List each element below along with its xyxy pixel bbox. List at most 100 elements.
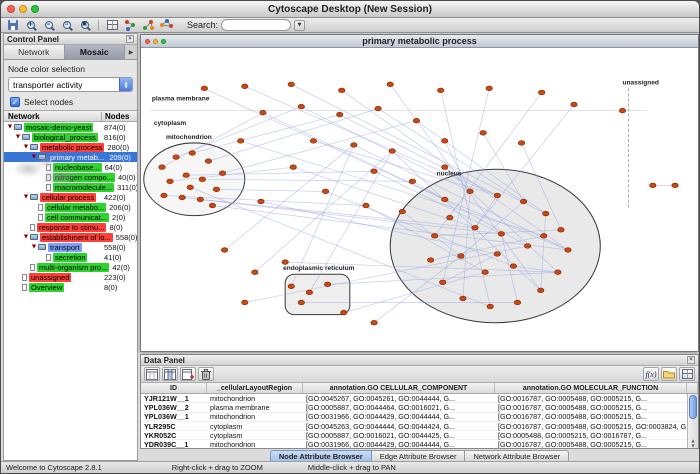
- tree-row[interactable]: cellular metabo...206(0): [4, 202, 137, 212]
- graph-node[interactable]: [242, 300, 248, 305]
- graph-node[interactable]: [494, 252, 500, 257]
- graph-node[interactable]: [221, 248, 227, 253]
- import-attributes-icon[interactable]: [661, 367, 677, 381]
- graph-node[interactable]: [209, 203, 215, 208]
- graph-node[interactable]: [288, 284, 294, 289]
- tree-row[interactable]: response to stimu...8(0): [4, 222, 137, 232]
- graph-node[interactable]: [520, 199, 526, 204]
- graph-node[interactable]: [173, 155, 179, 160]
- frame-minimize-button[interactable]: [153, 39, 158, 44]
- network-style-icon[interactable]: [123, 19, 138, 32]
- graph-node[interactable]: [480, 131, 486, 136]
- graph-node[interactable]: [371, 169, 377, 174]
- control-panel-close-icon[interactable]: ×: [126, 35, 134, 43]
- graph-node[interactable]: [242, 84, 248, 89]
- tree-row[interactable]: unassigned223(0): [4, 272, 137, 282]
- delete-attribute-icon[interactable]: [198, 367, 214, 381]
- graph-node[interactable]: [179, 195, 185, 200]
- graph-node[interactable]: [213, 187, 219, 192]
- graph-node[interactable]: [537, 288, 543, 293]
- graph-node[interactable]: [650, 183, 656, 188]
- graph-node[interactable]: [482, 270, 488, 275]
- tree-row[interactable]: ▼transport558(0): [4, 242, 137, 252]
- tab-mosaic[interactable]: Mosaic: [65, 45, 126, 59]
- graph-node[interactable]: [371, 320, 377, 325]
- table-row[interactable]: YDR039C__1mitochondrion[GO:0031966, GO:0…: [141, 440, 687, 448]
- expand-arrow-icon[interactable]: ▼: [6, 124, 14, 130]
- zoom-out-icon[interactable]: [41, 19, 56, 32]
- graph-node[interactable]: [282, 260, 288, 265]
- column-header-id[interactable]: ID: [141, 383, 207, 393]
- graph-node[interactable]: [336, 112, 342, 117]
- tab-overflow-arrow-icon[interactable]: ▶: [125, 45, 137, 59]
- zoom-in-icon[interactable]: [23, 19, 38, 32]
- tab-network[interactable]: Network: [4, 45, 65, 59]
- network-frame-titlebar[interactable]: primary metabolic process: [141, 35, 698, 48]
- graph-node[interactable]: [219, 171, 225, 176]
- graph-node[interactable]: [486, 86, 492, 91]
- graph-node[interactable]: [189, 151, 195, 156]
- tree-row[interactable]: ▼biological_process816(0): [4, 132, 137, 142]
- graph-node[interactable]: [341, 310, 347, 315]
- graph-node[interactable]: [288, 82, 294, 87]
- graph-node[interactable]: [540, 234, 546, 239]
- graph-node[interactable]: [442, 165, 448, 170]
- table-scrollbar[interactable]: ▲▼: [687, 394, 698, 448]
- graph-node[interactable]: [437, 88, 443, 93]
- graph-node[interactable]: [571, 102, 577, 107]
- graph-node[interactable]: [258, 199, 264, 204]
- tree-row[interactable]: ▼metabolic process280(0): [4, 142, 137, 152]
- graph-node[interactable]: [543, 211, 549, 216]
- graph-node[interactable]: [447, 215, 453, 220]
- search-dropdown-arrow[interactable]: ▼: [294, 20, 305, 31]
- graph-node[interactable]: [487, 304, 493, 309]
- save-icon[interactable]: [5, 19, 20, 32]
- table-row[interactable]: YPL036W__1mitochondrion[GO:0031966, GO:0…: [141, 413, 687, 422]
- graph-node[interactable]: [460, 296, 466, 301]
- table-row[interactable]: YKR052Ccytoplasm[GO:0005887, GO:0016021,…: [141, 431, 687, 440]
- graph-node[interactable]: [409, 179, 415, 184]
- graph-node[interactable]: [518, 141, 524, 146]
- column-header-cellular-component[interactable]: annotation.GO CELLULAR_COMPONENT: [303, 383, 495, 393]
- graph-node[interactable]: [199, 177, 205, 182]
- graph-node[interactable]: [514, 300, 520, 305]
- graph-node[interactable]: [205, 159, 211, 164]
- graph-node[interactable]: [322, 189, 328, 194]
- graph-node[interactable]: [298, 300, 304, 305]
- graph-node[interactable]: [672, 183, 678, 188]
- graph-node[interactable]: [260, 110, 266, 115]
- attribute-matrix-icon[interactable]: [679, 367, 695, 381]
- graph-node[interactable]: [619, 108, 625, 113]
- new-attribute-icon[interactable]: [180, 367, 196, 381]
- graph-node[interactable]: [375, 106, 381, 111]
- scrollbar-thumb[interactable]: [689, 395, 697, 419]
- graph-node[interactable]: [439, 280, 445, 285]
- graph-node[interactable]: [306, 290, 312, 295]
- graph-node[interactable]: [290, 165, 296, 170]
- expand-arrow-icon[interactable]: ▼: [22, 194, 30, 200]
- graph-node[interactable]: [510, 264, 516, 269]
- graph-node[interactable]: [458, 254, 464, 259]
- layout-icon[interactable]: [159, 19, 174, 32]
- graph-node[interactable]: [389, 149, 395, 154]
- graph-node[interactable]: [324, 282, 330, 287]
- graph-node[interactable]: [363, 203, 369, 208]
- graph-node[interactable]: [565, 248, 571, 253]
- network-column-header[interactable]: Network: [4, 112, 101, 121]
- select-nodes-checkbox[interactable]: ✓: [10, 97, 20, 107]
- expand-arrow-icon[interactable]: ▼: [30, 244, 38, 250]
- graph-node[interactable]: [413, 118, 419, 123]
- graph-node[interactable]: [387, 82, 393, 87]
- network-canvas[interactable]: plasma membranecytoplasmmitochondrionnuc…: [141, 48, 698, 351]
- minimize-window-button[interactable]: [19, 5, 27, 13]
- graph-node[interactable]: [399, 209, 405, 214]
- expand-arrow-icon[interactable]: ▼: [22, 234, 30, 240]
- zoom-selected-icon[interactable]: [59, 19, 74, 32]
- scrollbar-arrows-icon[interactable]: ▲▼: [688, 438, 698, 448]
- graph-node[interactable]: [197, 197, 203, 202]
- frame-close-button[interactable]: [145, 39, 150, 44]
- table-row[interactable]: YPL036W__2plasma membrane[GO:0005887, GO…: [141, 403, 687, 412]
- graph-node[interactable]: [237, 139, 243, 144]
- graph-node[interactable]: [494, 193, 500, 198]
- graph-node[interactable]: [298, 104, 304, 109]
